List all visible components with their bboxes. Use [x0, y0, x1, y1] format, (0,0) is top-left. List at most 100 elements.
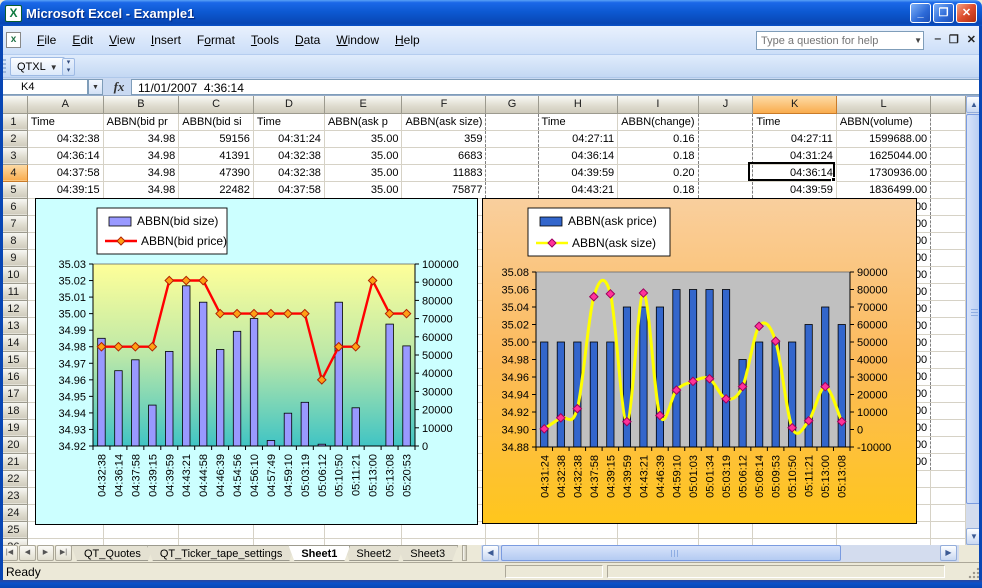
cell-B3[interactable]: 34.98 — [103, 147, 179, 164]
cell-E3[interactable]: 35.00 — [324, 147, 402, 164]
cell-F4[interactable]: 11883 — [402, 164, 486, 181]
cell-partial-2[interactable] — [931, 130, 966, 147]
column-header-G[interactable]: G — [486, 96, 538, 113]
cell-K26[interactable] — [753, 538, 836, 545]
row-header-3[interactable]: 3 — [0, 147, 27, 164]
cell-A3[interactable]: 04:36:14 — [27, 147, 103, 164]
cell-L3[interactable]: 1625044.00 — [836, 147, 930, 164]
cell-G26[interactable] — [486, 538, 538, 545]
cell-partial-23[interactable] — [931, 487, 966, 504]
cell-G1[interactable] — [486, 113, 538, 130]
row-header-6[interactable]: 6 — [0, 198, 27, 215]
toolbar-options-icon[interactable]: ▾▾ — [62, 58, 75, 76]
cell-C4[interactable]: 47390 — [179, 164, 254, 181]
menu-item-window[interactable]: Window — [328, 29, 387, 51]
cell-partial-7[interactable] — [931, 215, 966, 232]
row-header-16[interactable]: 16 — [0, 368, 27, 385]
cell-partial-17[interactable] — [931, 385, 966, 402]
menu-item-insert[interactable]: Insert — [143, 29, 189, 51]
sheet-tab-qt_ticker_tape_settings[interactable]: QT_Ticker_tape_settings — [147, 545, 295, 561]
cell-K4[interactable]: 04:36:14 — [753, 164, 836, 181]
column-header-C[interactable]: C — [179, 96, 254, 113]
scroll-left-icon[interactable]: ◀ — [482, 545, 499, 561]
title-bar[interactable]: X Microsoft Excel - Example1 _ ❐ ✕ — [0, 0, 982, 26]
first-sheet-icon[interactable]: |◀ — [1, 545, 18, 561]
row-header-10[interactable]: 10 — [0, 266, 27, 283]
row-header-25[interactable]: 25 — [0, 521, 27, 538]
cell-B2[interactable]: 34.98 — [103, 130, 179, 147]
column-header-K[interactable]: K — [753, 96, 836, 113]
column-header-F[interactable]: F — [402, 96, 486, 113]
cell-partial-18[interactable] — [931, 402, 966, 419]
workbook-restore-icon[interactable]: ❐ — [949, 33, 959, 46]
menu-item-view[interactable]: View — [101, 29, 143, 51]
cell-D2[interactable]: 04:31:24 — [253, 130, 324, 147]
qtxl-menu-button[interactable]: QTXL▼ — [10, 57, 65, 76]
row-header-20[interactable]: 20 — [0, 436, 27, 453]
cell-I2[interactable]: 0.16 — [618, 130, 698, 147]
cell-D1[interactable]: Time — [253, 113, 324, 130]
row-header-8[interactable]: 8 — [0, 232, 27, 249]
cell-K3[interactable]: 04:31:24 — [753, 147, 836, 164]
column-header-D[interactable]: D — [253, 96, 324, 113]
row-header-12[interactable]: 12 — [0, 300, 27, 317]
row-header-19[interactable]: 19 — [0, 419, 27, 436]
cell-D3[interactable]: 04:32:38 — [253, 147, 324, 164]
cell-D5[interactable]: 04:37:58 — [253, 181, 324, 198]
cell-J1[interactable] — [698, 113, 753, 130]
cell-partial-4[interactable] — [931, 164, 966, 181]
cell-F26[interactable] — [402, 538, 486, 545]
cell-F2[interactable]: 359 — [402, 130, 486, 147]
cell-J3[interactable] — [698, 147, 753, 164]
select-all-button[interactable] — [0, 96, 27, 113]
cell-partial-21[interactable] — [931, 453, 966, 470]
cell-H3[interactable]: 04:36:14 — [538, 147, 618, 164]
insert-function-icon[interactable]: fx — [108, 79, 130, 95]
cell-partial-22[interactable] — [931, 470, 966, 487]
cell-partial-5[interactable] — [931, 181, 966, 198]
row-header-15[interactable]: 15 — [0, 351, 27, 368]
cell-partial-16[interactable] — [931, 368, 966, 385]
cell-K1[interactable]: Time — [753, 113, 836, 130]
cell-C26[interactable] — [179, 538, 254, 545]
toolbar-grip[interactable] — [3, 59, 6, 74]
cell-J2[interactable] — [698, 130, 753, 147]
cell-partial-19[interactable] — [931, 419, 966, 436]
cell-C5[interactable]: 22482 — [179, 181, 254, 198]
cell-I1[interactable]: ABBN(change) — [618, 113, 698, 130]
cell-C1[interactable]: ABBN(bid si — [179, 113, 254, 130]
cell-L4[interactable]: 1730936.00 — [836, 164, 930, 181]
cell-L2[interactable]: 1599688.00 — [836, 130, 930, 147]
menu-item-data[interactable]: Data — [287, 29, 328, 51]
menu-item-tools[interactable]: Tools — [243, 29, 287, 51]
help-question-input[interactable] — [756, 31, 924, 50]
cell-H26[interactable] — [538, 538, 618, 545]
bid-chart[interactable]: 35.0335.0235.0135.0034.9934.9834.9734.96… — [35, 198, 478, 525]
sheet-tab-sheet1[interactable]: Sheet1 — [288, 545, 350, 561]
cell-partial-8[interactable] — [931, 232, 966, 249]
cell-B4[interactable]: 34.98 — [103, 164, 179, 181]
cell-partial-20[interactable] — [931, 436, 966, 453]
cell-H2[interactable]: 04:27:11 — [538, 130, 618, 147]
row-header-18[interactable]: 18 — [0, 402, 27, 419]
cell-J5[interactable] — [698, 181, 753, 198]
cell-I3[interactable]: 0.18 — [618, 147, 698, 164]
row-header-7[interactable]: 7 — [0, 215, 27, 232]
cell-J4[interactable] — [698, 164, 753, 181]
cell-L26[interactable] — [836, 538, 930, 545]
minimize-button[interactable]: _ — [910, 3, 931, 23]
cell-I5[interactable]: 0.18 — [618, 181, 698, 198]
next-sheet-icon[interactable]: ▶ — [37, 545, 54, 561]
column-header-J[interactable]: J — [698, 96, 753, 113]
cell-partial-6[interactable] — [931, 198, 966, 215]
cell-K5[interactable]: 04:39:59 — [753, 181, 836, 198]
cell-A4[interactable]: 04:37:58 — [27, 164, 103, 181]
cell-B5[interactable]: 34.98 — [103, 181, 179, 198]
menu-item-file[interactable]: File — [29, 29, 64, 51]
cell-G3[interactable] — [486, 147, 538, 164]
last-sheet-icon[interactable]: ▶| — [55, 545, 72, 561]
cell-G2[interactable] — [486, 130, 538, 147]
cell-A26[interactable] — [27, 538, 103, 545]
cell-B26[interactable] — [103, 538, 179, 545]
menu-item-format[interactable]: Format — [189, 29, 243, 51]
